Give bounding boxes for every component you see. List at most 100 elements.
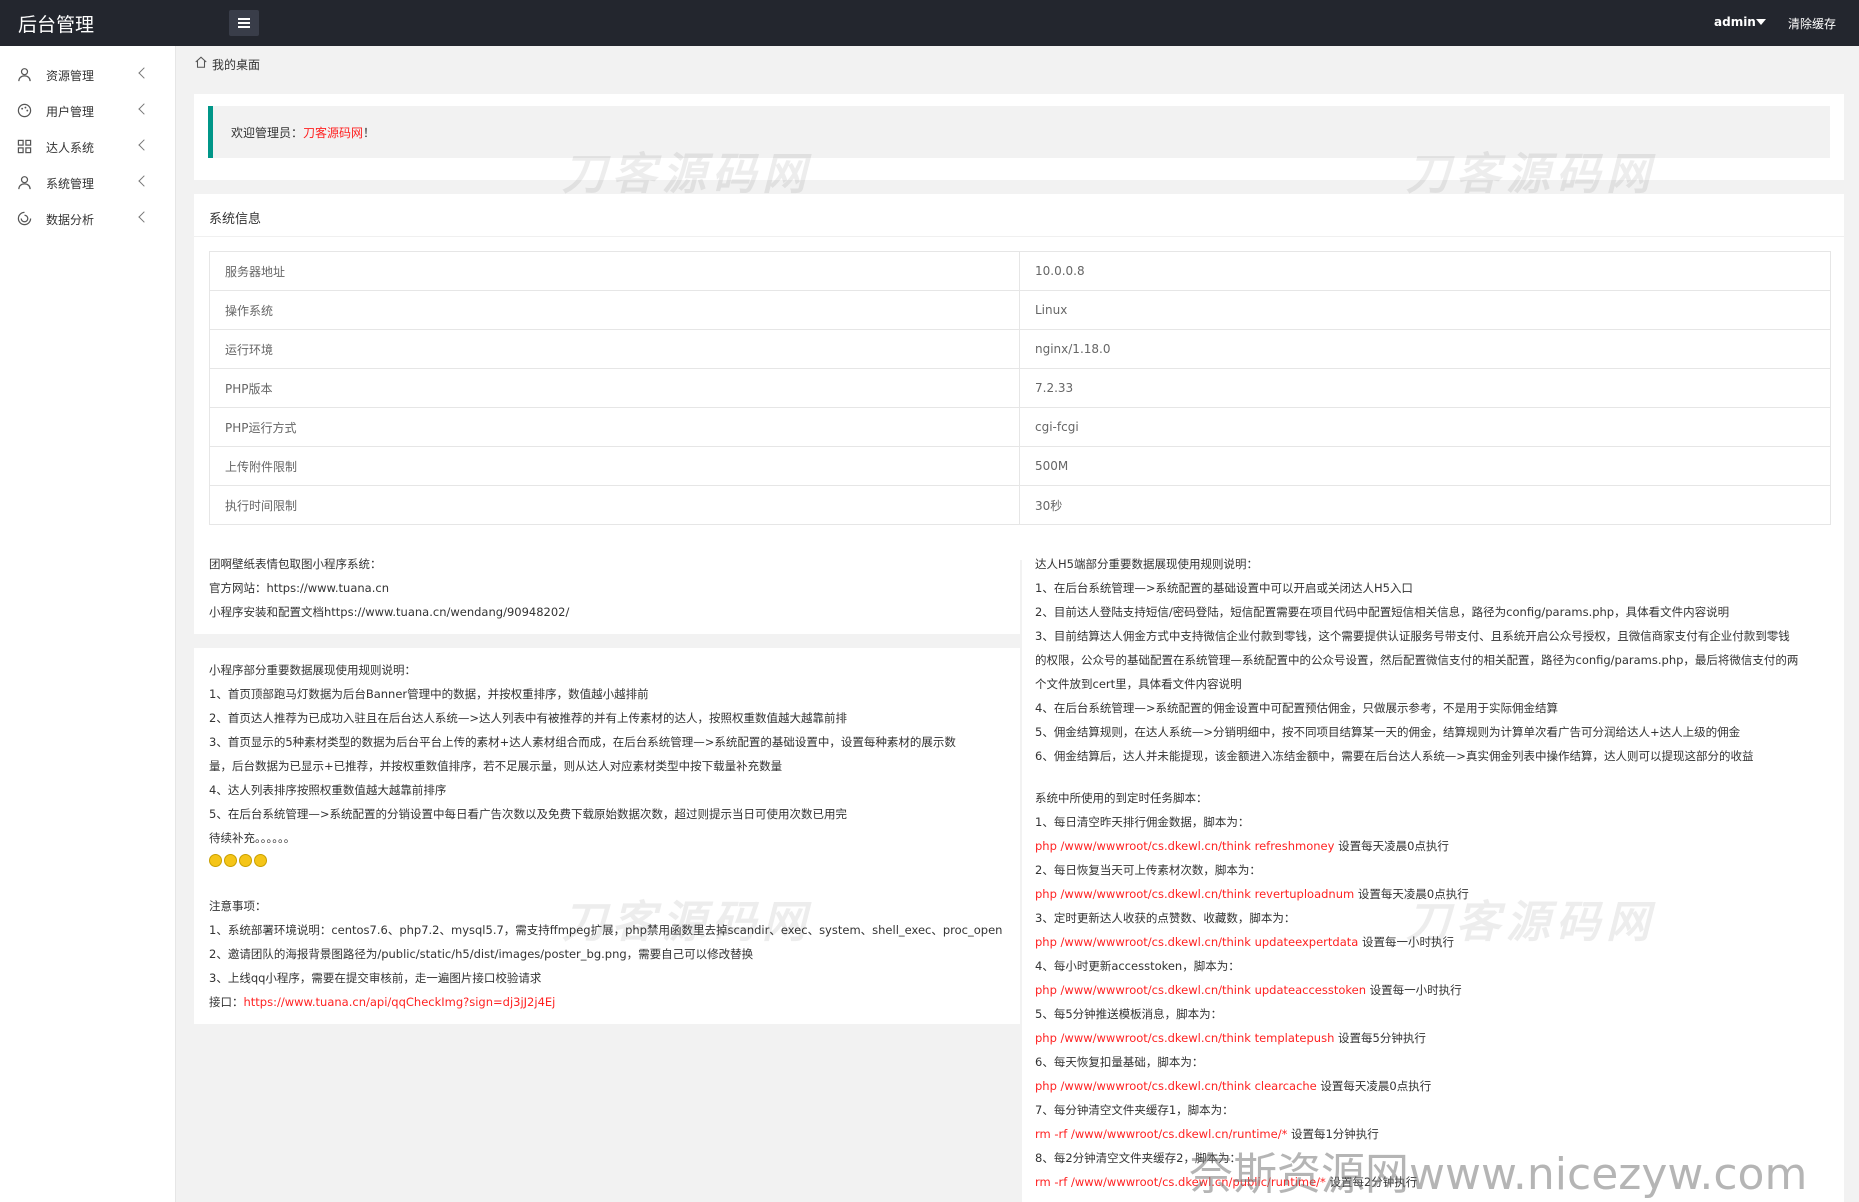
h5-rule-line: 6、佣金结算后，达人并未能提现，该金额进入冻结金额中，需要在后台达人系统—>真实…: [1035, 749, 1754, 763]
sidebar-item-users[interactable]: 用户管理: [0, 92, 176, 128]
h5-rule-line: 个文件放到cert里，具体看文件内容说明: [1035, 677, 1242, 691]
app-info-docs: 小程序安装和配置文档https://www.tuana.cn/wendang/9…: [209, 605, 570, 619]
table-row: PHP运行方式 cgi-fcgi: [209, 407, 1831, 447]
app-info-card: 团啊壁纸表情包取图小程序系统： 官方网站：https://www.tuana.c…: [194, 546, 1020, 634]
h5-rule-line: 5、佣金结算规则，在达人系统—>分销明细中，按不同项目结算某一天的佣金，结算规则…: [1035, 725, 1741, 739]
cron-schedule: 设置每天凌晨0点执行: [1316, 1079, 1432, 1093]
h5-rule-line: 4、在后台系统管理—>系统配置的佣金设置中可配置预估佣金，只做展示参考，不是用于…: [1035, 701, 1558, 715]
cron-task-script: php /www/wwwroot/cs.dkewl.cn/think clear…: [1035, 1078, 1431, 1094]
user-menu[interactable]: admin: [1714, 15, 1756, 29]
table-cell-key: 执行时间限制: [209, 485, 1020, 525]
table-cell-key: PHP运行方式: [209, 407, 1020, 447]
cron-task-desc: 4、每小时更新accesstoken，脚本为：: [1035, 959, 1240, 973]
chevron-left-icon: [138, 67, 150, 79]
miniapp-rule-line: 待续补充。。。。。。: [209, 831, 296, 845]
cron-task-script: php /www/wwwroot/cs.dkewl.cn/think refre…: [1035, 838, 1449, 854]
system-info-title: 系统信息: [209, 212, 262, 227]
watermark: 刀客源码网: [562, 897, 812, 948]
note-line: 3、上线qq小程序，需要在提交审核前，走一遍图片接口校验请求: [209, 971, 542, 985]
api-label: 接口：: [209, 995, 244, 1009]
miniapp-rule-line: 1、首页顶部跑马灯数据为后台Banner管理中的数据，并按权重排序，数值越小越排…: [209, 687, 649, 701]
cron-task-desc: 3、定时更新达人收获的点赞数、收藏数，脚本为：: [1035, 911, 1296, 925]
smile-icon: [239, 854, 252, 867]
table-cell-key: 上传附件限制: [209, 446, 1020, 486]
menu-icon-line: [238, 22, 250, 24]
cron-schedule: 设置每一小时执行: [1366, 983, 1462, 997]
smile-icon: [224, 854, 237, 867]
table-cell-value: 10.0.0.8: [1019, 251, 1831, 291]
miniapp-rules-title: 小程序部分重要数据展现使用规则说明：: [209, 663, 416, 677]
cron-schedule: 设置每天凌晨0点执行: [1334, 839, 1449, 853]
table-row: 运行环境 nginx/1.18.0: [209, 329, 1831, 369]
sidebar-item-label: 系统管理: [46, 177, 95, 191]
table-cell-key: PHP版本: [209, 368, 1020, 408]
table-cell-key: 操作系统: [209, 290, 1020, 330]
watermark: 刀客源码网: [1406, 897, 1656, 948]
brand-title[interactable]: 后台管理: [18, 10, 94, 37]
loading-icon: [17, 211, 32, 226]
home-icon: [195, 56, 207, 68]
chevron-left-icon: [138, 139, 150, 151]
api-url-link[interactable]: https://www.tuana.cn/api/qqCheckImg?sign…: [244, 995, 556, 1009]
system-info-table: 服务器地址 10.0.0.8 操作系统 Linux 运行环境 nginx/1.18.0…: [209, 251, 1831, 525]
menu-icon-line: [238, 26, 250, 28]
cron-task-desc: 5、每5分钟推送模板消息，脚本为：: [1035, 1007, 1223, 1021]
breadcrumb-desktop[interactable]: 我的桌面: [212, 56, 260, 73]
sidebar-item-label: 数据分析: [46, 213, 95, 227]
watermark: 刀客源码网: [562, 149, 812, 200]
sidebar-item-analytics[interactable]: 数据分析: [0, 200, 176, 236]
grid-icon: [17, 139, 32, 154]
welcome-admin-name: 刀客源码网: [303, 126, 364, 140]
table-row: 服务器地址 10.0.0.8: [209, 251, 1831, 291]
chevron-left-icon: [138, 211, 150, 223]
top-bar: 后台管理 admin 清除缓存: [0, 0, 1859, 46]
table-row: 执行时间限制 30秒: [209, 485, 1831, 525]
divider: [194, 236, 1844, 237]
menu-toggle-button[interactable]: [229, 10, 259, 36]
h5-rules-title: 达人H5端部分重要数据展现使用规则说明：: [1035, 557, 1258, 571]
system-info-card: 系统信息 服务器地址 10.0.0.8 操作系统 Linux 运行环境 nginx/1…: [194, 194, 1844, 560]
cron-command: php /www/wwwroot/cs.dkewl.cn/think rever…: [1035, 887, 1355, 901]
site-watermark: 奈斯资源网www.nicezyw.com: [1189, 1149, 1808, 1200]
smile-icon: [254, 854, 267, 867]
table-cell-key: 服务器地址: [209, 251, 1020, 291]
app-info-website: 官方网站：https://www.tuana.cn: [209, 581, 389, 595]
clear-cache-button[interactable]: 清除缓存: [1788, 15, 1836, 32]
miniapp-rule-line: 4、达人列表排序按照权重数值越大越靠前排序: [209, 783, 447, 797]
miniapp-rule-line: 5、在后台系统管理—>系统配置的分销设置中每日看广告次数以及免费下载原始数据次数…: [209, 807, 847, 821]
miniapp-rule-line: 2、首页达人推荐为已成功入驻且在后台达人系统—>达人列表中有被推荐的并有上传素材…: [209, 711, 847, 725]
chevron-down-icon[interactable]: [1756, 19, 1766, 25]
table-cell-value: nginx/1.18.0: [1019, 329, 1831, 369]
notes-title: 注意事项：: [209, 899, 267, 913]
table-row: 操作系统 Linux: [209, 290, 1831, 330]
table-cell-value: 30秒: [1019, 485, 1831, 525]
cron-task-desc: 1、每日清空昨天排行佣金数据，脚本为：: [1035, 815, 1250, 829]
h5-rules-card: 达人H5端部分重要数据展现使用规则说明： 1、在后台系统管理—>系统配置的基础设…: [1022, 546, 1844, 1202]
sidebar-item-resources[interactable]: 资源管理: [0, 56, 176, 92]
h5-rule-line: 的权限，公众号的基础配置在系统管理—系统配置中的公众号设置，然后配置微信支付的相…: [1035, 653, 1799, 667]
cron-schedule: 设置每5分钟执行: [1334, 1031, 1426, 1045]
welcome-message: 欢迎管理员：刀客源码网！: [231, 124, 375, 141]
cron-title: 系统中所使用的到定时任务脚本：: [1035, 791, 1208, 805]
user-icon: [18, 176, 31, 190]
sidebar-item-experts[interactable]: 达人系统: [0, 128, 176, 164]
cron-command: php /www/wwwroot/cs.dkewl.cn/think templ…: [1035, 1031, 1335, 1045]
smile-icon: [209, 854, 222, 867]
menu-icon-line: [238, 18, 250, 20]
welcome-prefix: 欢迎管理员：: [231, 126, 304, 140]
table-row: 上传附件限制 500M: [209, 446, 1831, 486]
app-info-title: 团啊壁纸表情包取图小程序系统：: [209, 557, 382, 571]
cron-task-desc: 6、每天恢复扣量基础，脚本为：: [1035, 1055, 1204, 1069]
table-cell-value: Linux: [1019, 290, 1831, 330]
cron-command: php /www/wwwroot/cs.dkewl.cn/think updat…: [1035, 935, 1359, 949]
cron-task-script: php /www/wwwroot/cs.dkewl.cn/think updat…: [1035, 934, 1454, 950]
cron-command: php /www/wwwroot/cs.dkewl.cn/think refre…: [1035, 839, 1335, 853]
palette-icon: [17, 103, 32, 118]
miniapp-rules-card: 小程序部分重要数据展现使用规则说明： 1、首页顶部跑马灯数据为后台Banner管…: [194, 648, 1020, 1024]
sidebar-item-system[interactable]: 系统管理: [0, 164, 176, 200]
chevron-left-icon: [138, 103, 150, 115]
cron-task-desc: 7、每分钟清空文件夹缓存1，脚本为：: [1035, 1103, 1234, 1117]
cron-task-script: php /www/wwwroot/cs.dkewl.cn/think rever…: [1035, 886, 1469, 902]
table-cell-value: 7.2.33: [1019, 368, 1831, 408]
table-cell-value: 500M: [1019, 446, 1831, 486]
